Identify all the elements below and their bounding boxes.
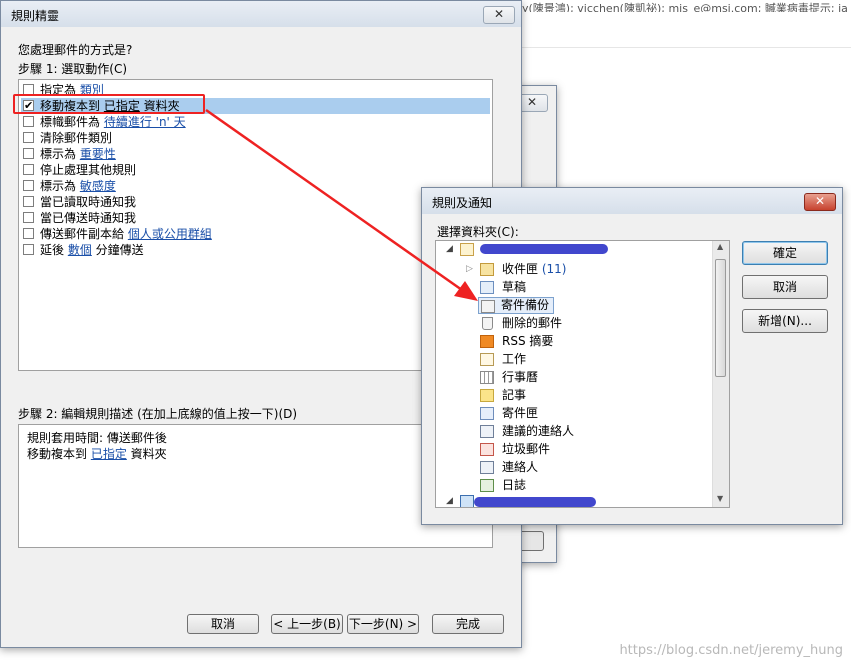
wizard-titlebar: 規則精靈 ✕ xyxy=(1,1,521,27)
folder-row-notes[interactable]: 記事 xyxy=(480,387,716,404)
rules-alerts-window: 規則及通知 ✕ 選擇資料夾(C): ◢ ▷ 收件匣 (11) 草稿 寄件備份 刪… xyxy=(421,187,843,525)
step2-label: 步驟 2: 編輯規則描述 (在加上底線的值上按一下)(D) xyxy=(18,407,298,421)
junk-mail-icon xyxy=(480,443,494,456)
action-row-9[interactable]: 傳送郵件副本給 個人或公用群組 xyxy=(21,226,490,242)
rss-icon xyxy=(480,335,494,348)
account-mailbox-icon xyxy=(460,243,474,256)
scrollbar-thumb[interactable] xyxy=(715,259,726,377)
rule-desc-link-specified[interactable]: 已指定 xyxy=(91,447,127,461)
wizard-title: 規則精靈 xyxy=(11,9,60,23)
notify-close-icon[interactable]: ✕ xyxy=(804,193,836,211)
folder-row-drafts[interactable]: 草稿 xyxy=(480,279,716,296)
folder-tree-scrollbar[interactable]: ▲ ▼ xyxy=(712,241,729,507)
action-row-4[interactable]: 標示為 重要性 xyxy=(21,146,490,162)
redacted-account-name xyxy=(480,244,608,254)
folder-row-inbox[interactable]: ▷ 收件匣 (11) xyxy=(466,261,716,278)
action-checkbox-3[interactable] xyxy=(23,132,34,143)
folder-row-outbox[interactable]: 寄件匣 xyxy=(480,405,716,422)
wizard-next-button[interactable]: 下一步(N) > xyxy=(347,614,419,634)
sent-items-icon xyxy=(481,300,495,313)
annotation-highlight-box xyxy=(13,94,205,114)
action-row-7[interactable]: 當已讀取時通知我 xyxy=(21,194,490,210)
wizard-close-icon[interactable]: ✕ xyxy=(483,6,515,24)
suggested-contacts-icon xyxy=(480,425,494,438)
action-checkbox-6[interactable] xyxy=(23,180,34,191)
redacted-account-name xyxy=(474,497,596,507)
inbox-icon xyxy=(480,263,494,276)
notify-new-button[interactable]: 新增(N)... xyxy=(742,309,828,333)
folder-row-contacts[interactable]: 連絡人 xyxy=(480,459,716,476)
second-account-row[interactable]: ◢ xyxy=(446,493,716,507)
action-link-2[interactable]: 待續進行 'n' 天 xyxy=(104,115,186,129)
folder-row-sent-items[interactable]: 寄件備份 xyxy=(478,297,554,314)
journal-icon xyxy=(480,479,494,492)
action-link-6[interactable]: 敏感度 xyxy=(80,179,116,193)
contacts-icon xyxy=(480,461,494,474)
action-row-5[interactable]: 停止處理其他規則 xyxy=(21,162,490,178)
action-row-10[interactable]: 延後 數個 分鐘傳送 xyxy=(21,242,490,258)
rule-desc-line2: 移動複本到 已指定 資料夾 xyxy=(27,447,167,461)
watermark-text: https://blog.csdn.net/jeremy_hung xyxy=(619,643,843,658)
expand-arrow-icon[interactable]: ▷ xyxy=(466,261,473,278)
calendar-icon xyxy=(480,371,494,384)
collapse-arrow-icon[interactable]: ◢ xyxy=(446,241,453,258)
action-checkbox-9[interactable] xyxy=(23,228,34,239)
scroll-down-icon[interactable]: ▼ xyxy=(717,494,723,503)
wizard-cancel-button[interactable]: 取消 xyxy=(187,614,259,634)
account-root-row[interactable]: ◢ xyxy=(446,241,716,258)
deleted-items-icon xyxy=(482,317,493,330)
folder-row-tasks[interactable]: 工作 xyxy=(480,351,716,368)
notify-titlebar: 規則及通知 ✕ xyxy=(422,188,842,214)
notify-ok-button[interactable]: 確定 xyxy=(742,241,828,265)
action-row-3[interactable]: 清除郵件類別 xyxy=(21,130,490,146)
action-link-9[interactable]: 個人或公用群組 xyxy=(128,227,212,241)
outbox-icon xyxy=(480,407,494,420)
action-checkbox-2[interactable] xyxy=(23,116,34,127)
notify-title: 規則及通知 xyxy=(432,196,493,210)
scroll-up-icon[interactable]: ▲ xyxy=(717,242,723,251)
action-row-2[interactable]: 標幟郵件為 待續進行 'n' 天 xyxy=(21,114,490,130)
wizard-back-button[interactable]: < 上一步(B) xyxy=(271,614,343,634)
folder-row-rss[interactable]: RSS 摘要 xyxy=(480,333,716,350)
folder-row-junk[interactable]: 垃圾郵件 xyxy=(480,441,716,458)
collapse-arrow-icon[interactable]: ◢ xyxy=(446,493,453,507)
folder-row-deleted-items[interactable]: 刪除的郵件 xyxy=(480,315,716,332)
action-link-4[interactable]: 重要性 xyxy=(80,147,116,161)
email-recipients-text: y(陳景鴻); vicchen(陳凱祕); mis_e@msi.com; 贓業病… xyxy=(522,2,848,12)
exchange-account-icon xyxy=(460,495,474,507)
action-checkbox-5[interactable] xyxy=(23,164,34,175)
action-checkbox-8[interactable] xyxy=(23,212,34,223)
folder-row-calendar[interactable]: 行事曆 xyxy=(480,369,716,386)
tasks-icon xyxy=(480,353,494,366)
wizard-finish-button[interactable]: 完成 xyxy=(432,614,504,634)
rule-desc-line1: 規則套用時間: 傳送郵件後 xyxy=(27,431,167,445)
action-checkbox-10[interactable] xyxy=(23,244,34,255)
action-row-8[interactable]: 當已傳送時通知我 xyxy=(21,210,490,226)
step1-label: 步驟 1: 選取動作(C) xyxy=(18,62,128,76)
folder-row-suggested-contacts[interactable]: 建議的連絡人 xyxy=(480,423,716,440)
folder-row-journal[interactable]: 日誌 xyxy=(480,477,716,494)
select-folder-label: 選擇資料夾(C): xyxy=(437,225,519,239)
notes-icon xyxy=(480,389,494,402)
action-row-6[interactable]: 標示為 敏感度 xyxy=(21,178,490,194)
action-link-10[interactable]: 數個 xyxy=(68,243,92,257)
folder-tree[interactable]: ◢ ▷ 收件匣 (11) 草稿 寄件備份 刪除的郵件 RSS 摘要 工作 行事曆… xyxy=(435,240,730,508)
email-header-divider xyxy=(522,47,851,48)
drafts-icon xyxy=(480,281,494,294)
action-checkbox-4[interactable] xyxy=(23,148,34,159)
notify-cancel-button[interactable]: 取消 xyxy=(742,275,828,299)
action-checkbox-7[interactable] xyxy=(23,196,34,207)
wizard-question: 您處理郵件的方式是? xyxy=(18,43,133,57)
